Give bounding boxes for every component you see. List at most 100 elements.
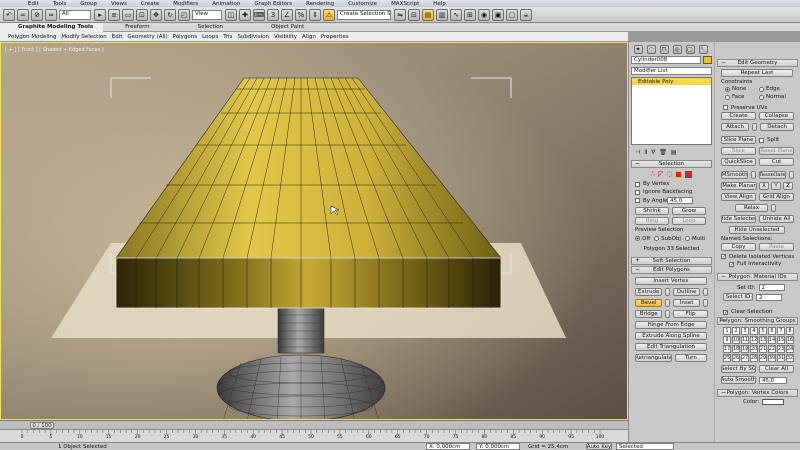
msmooth-settings-button[interactable] <box>751 171 756 179</box>
relax-button[interactable]: Relax <box>735 204 768 212</box>
snaps-toggle-icon[interactable]: 3 <box>267 8 279 21</box>
repeat-last-button[interactable]: Repeat Last <box>721 69 793 77</box>
smoothing-group-button[interactable]: 4 <box>750 327 758 335</box>
material-ids-rollout-header[interactable]: − Polygon: Material IDs <box>717 273 798 281</box>
tab-selection[interactable]: Selection <box>178 24 261 30</box>
smoothing-group-button[interactable]: 19 <box>741 345 749 353</box>
link-icon[interactable]: ∞ <box>17 8 29 21</box>
subtab-loops[interactable]: Loops <box>202 34 218 40</box>
menu-animation[interactable]: Animation <box>212 1 240 7</box>
subtab-geometry-all[interactable]: Geometry (All) <box>127 34 167 40</box>
percent-snap-icon[interactable]: % <box>295 8 307 21</box>
menu-customize[interactable]: Customize <box>348 1 377 7</box>
subtab-tris[interactable]: Tris <box>223 34 232 40</box>
rect-selection-icon[interactable]: ▭ <box>122 8 134 21</box>
motion-tab-icon[interactable]: ◎ <box>672 44 682 54</box>
by-angle-input[interactable]: 45,0 <box>667 197 693 204</box>
subtab-modify-selection[interactable]: Modify Selection <box>61 34 106 40</box>
tab-object-paint[interactable]: Object Paint <box>261 24 314 30</box>
smoothing-group-button[interactable]: 16 <box>786 336 794 344</box>
smoothing-group-button[interactable]: 3 <box>741 327 749 335</box>
outline-button[interactable]: Outline <box>673 288 701 296</box>
undo-icon[interactable]: ↶ <box>3 8 15 21</box>
subtab-subdivision[interactable]: Subdivision <box>237 34 269 40</box>
view-align-button[interactable]: View Align <box>721 193 756 201</box>
coord-x-field[interactable]: X: 0,000cm <box>426 443 470 450</box>
preview-subobj-radio[interactable]: SubObj <box>654 236 681 242</box>
auto-smooth-button[interactable]: Auto Smooth <box>721 376 756 384</box>
pin-stack-icon[interactable]: ⊣ <box>635 149 640 156</box>
set-id-input[interactable]: 2 <box>758 284 785 291</box>
hierarchy-tab-icon[interactable]: ⊓ <box>659 44 669 54</box>
window-crossing-icon[interactable]: ⊡ <box>136 8 148 21</box>
smoothing-group-button[interactable]: 28 <box>750 354 758 362</box>
copy-button[interactable]: Copy <box>721 243 756 251</box>
soft-selection-rollout-header[interactable]: + Soft Selection <box>631 257 712 265</box>
make-unique-icon[interactable]: ∀ <box>651 149 655 156</box>
selection-rollout-header[interactable]: − Selection <box>631 160 712 168</box>
stack-item-editable-poly[interactable]: Editable Poly <box>632 78 711 85</box>
bevel-settings-button[interactable] <box>665 299 670 307</box>
planar-z-button[interactable]: Z <box>783 182 793 190</box>
smoothing-group-button[interactable]: 27 <box>741 354 749 362</box>
layer-manager-icon[interactable]: ▤ <box>422 8 434 21</box>
loop-button[interactable]: Loop <box>672 217 706 225</box>
smoothing-groups-rollout-header[interactable]: − Polygon: Smoothing Groups <box>717 317 798 325</box>
inset-settings-button[interactable] <box>703 299 708 307</box>
smoothing-group-button[interactable]: 5 <box>759 327 767 335</box>
auto-smooth-input[interactable]: 45,0 <box>759 376 787 384</box>
vertex-color-swatch[interactable] <box>762 399 785 405</box>
utilities-tab-icon[interactable]: 🔧 <box>698 44 708 54</box>
constraint-normal-radio[interactable]: Normal <box>759 94 786 100</box>
mirror-icon[interactable]: ⇋ <box>394 8 406 21</box>
viewport-label[interactable]: [ + ] [ Front ] [ Shaded + Edged Faces ] <box>5 47 104 53</box>
schematic-view-icon[interactable]: ⊞ <box>464 8 476 21</box>
remove-modifier-icon[interactable]: 🗑 <box>659 149 667 156</box>
subtab-align[interactable]: Align <box>302 34 316 40</box>
cut-button[interactable]: Cut <box>759 158 794 166</box>
preview-off-radio[interactable]: Off <box>635 236 650 242</box>
menu-edit[interactable]: Edit <box>28 1 39 7</box>
smoothing-group-button[interactable]: 6 <box>768 327 776 335</box>
pivot-center-icon[interactable]: ◫ <box>225 8 237 21</box>
key-filter-select[interactable]: Selected <box>616 443 674 450</box>
menu-create[interactable]: Create <box>141 1 159 7</box>
spinner-snap-icon[interactable]: ⇕ <box>309 8 321 21</box>
tab-freeform[interactable]: Freeform <box>103 24 178 30</box>
smoothing-group-button[interactable]: 1 <box>723 327 731 335</box>
edit-triangulation-button[interactable]: Edit Triangulation <box>635 343 707 351</box>
by-vertex-checkbox[interactable]: By Vertex <box>629 180 714 188</box>
create-tab-icon[interactable]: ✦ <box>633 44 643 54</box>
smoothing-group-button[interactable]: 31 <box>777 354 785 362</box>
keyboard-shortcut-icon[interactable]: ⌨ <box>253 8 265 21</box>
select-object-icon[interactable]: ▸ <box>94 8 106 21</box>
hide-unselected-button[interactable]: Hide Unselected <box>729 226 785 234</box>
select-by-name-icon[interactable]: ≡ <box>108 8 120 21</box>
smoothing-group-button[interactable]: 15 <box>777 336 785 344</box>
insert-vertex-button[interactable]: Insert Vertex <box>635 277 707 285</box>
align-icon[interactable]: ⊟ <box>408 8 420 21</box>
polygon-level-icon[interactable] <box>675 170 683 178</box>
smoothing-group-button[interactable]: 13 <box>759 336 767 344</box>
preserve-uvs-checkbox[interactable]: Preserve UVs <box>715 101 800 111</box>
menu-modifiers[interactable]: Modifiers <box>173 1 198 7</box>
constraint-edge-radio[interactable]: Edge <box>759 86 780 92</box>
vertex-colors-rollout-header[interactable]: − Polygon: Vertex Colors <box>717 389 798 397</box>
select-manipulate-icon[interactable]: ✚ <box>239 8 251 21</box>
configure-sets-icon[interactable]: ▤ <box>671 149 677 156</box>
smoothing-group-button[interactable]: 24 <box>786 345 794 353</box>
menu-graph-editors[interactable]: Graph Editors <box>254 1 292 7</box>
extrude-button[interactable]: Extrude <box>635 288 663 296</box>
display-tab-icon[interactable]: ▢ <box>685 44 695 54</box>
split-checkbox[interactable]: Split <box>759 137 779 143</box>
delete-isolated-checkbox[interactable]: Delete Isolated Vertices <box>715 251 800 260</box>
subtab-polygon-modeling[interactable]: Polygon Modeling <box>8 34 56 40</box>
material-editor-icon[interactable]: ◉ <box>478 8 490 21</box>
smoothing-group-button[interactable]: 17 <box>723 345 731 353</box>
smoothing-group-button[interactable]: 9 <box>723 336 731 344</box>
menu-views[interactable]: Views <box>111 1 127 7</box>
bridge-button[interactable]: Bridge <box>635 310 663 318</box>
show-end-result-icon[interactable]: Ⅱ <box>644 149 647 156</box>
ref-coord-select[interactable]: View <box>192 9 222 20</box>
graphite-toggle-icon[interactable]: ▥ <box>436 8 448 21</box>
